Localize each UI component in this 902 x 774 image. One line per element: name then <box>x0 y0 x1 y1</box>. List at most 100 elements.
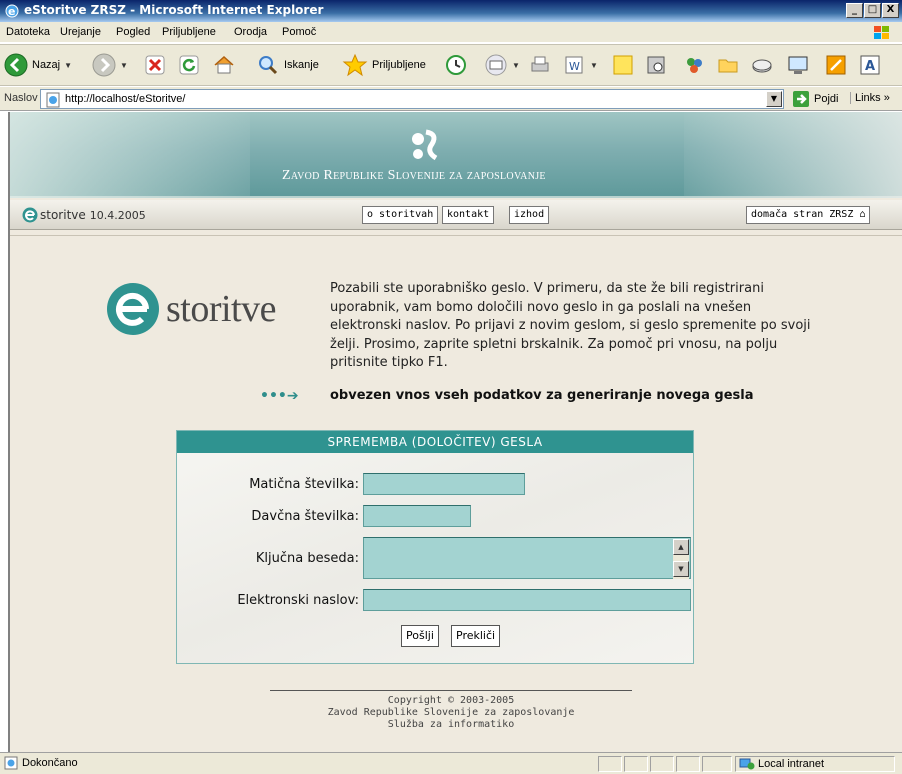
home-button[interactable] <box>212 51 236 79</box>
footer: Copyright © 2003-2005 Zavod Republike Sl… <box>270 690 632 731</box>
favorites-button[interactable]: Priljubljene <box>342 51 426 79</box>
address-label: Naslov <box>4 92 38 104</box>
go-button[interactable]: Pojdi <box>792 90 838 108</box>
menu-orodja[interactable]: Orodja <box>234 26 267 38</box>
menu-pomoc[interactable]: Pomoč <box>282 26 316 38</box>
submit-button[interactable]: Pošlji <box>401 625 439 647</box>
refresh-button[interactable] <box>178 51 200 79</box>
estoritve-logo-text: storitve <box>166 288 276 330</box>
password-reset-form: SPREMEMBA (DOLOČITEV) GESLA Matična štev… <box>176 430 694 664</box>
search-label: Iskanje <box>284 59 319 71</box>
nav-kontakt[interactable]: kontakt <box>442 206 495 224</box>
chevron-down-icon[interactable]: ▼ <box>512 61 520 70</box>
home-link-label: domača stran ZRSZ <box>751 209 854 220</box>
status-cell <box>676 756 700 772</box>
brand-name: storitve <box>40 208 86 222</box>
chevron-down-icon[interactable]: ▼ <box>590 61 598 70</box>
divider <box>10 235 902 236</box>
print-icon <box>531 56 549 72</box>
note-icon <box>613 55 633 75</box>
messenger-button[interactable] <box>682 51 706 79</box>
research-icon <box>647 56 665 74</box>
chevron-down-icon[interactable]: ▼ <box>120 61 128 70</box>
nav-izhod[interactable]: izhod <box>509 206 550 224</box>
disk-button[interactable] <box>750 51 774 79</box>
font-icon: A <box>860 55 880 75</box>
status-cell <box>624 756 648 772</box>
status-cell <box>598 756 622 772</box>
go-arrow-icon <box>793 91 809 107</box>
status-cell <box>650 756 674 772</box>
site-navbar: storitve 10.4.2005 o storitvah kontakt i… <box>10 200 902 230</box>
back-button[interactable]: Nazaj ▼ <box>4 51 72 79</box>
menu-urejanje[interactable]: Urejanje <box>60 26 101 38</box>
svg-text:A: A <box>865 59 875 74</box>
forward-button[interactable]: ▼ <box>92 51 128 79</box>
address-bar: Naslov http://localhost/eStoritve/ ▼ Poj… <box>0 87 902 111</box>
security-zone[interactable]: Local intranet <box>735 756 895 772</box>
textarea-scrollbar[interactable]: ▲ ▼ <box>673 539 689 579</box>
window-titlebar[interactable]: e eStoritve ZRSZ - Microsoft Internet Ex… <box>0 0 902 22</box>
status-text: Dokončano <box>22 757 78 769</box>
favorites-label: Priljubljene <box>372 59 426 71</box>
notes-button[interactable] <box>612 51 634 79</box>
history-icon <box>446 55 466 75</box>
davcna-input[interactable] <box>363 505 471 527</box>
home-icon <box>214 55 234 74</box>
address-dropdown-icon[interactable]: ▼ <box>766 91 782 107</box>
arrow-bullet-icon: •••➔ <box>260 388 299 404</box>
messenger-icon <box>687 58 702 73</box>
close-button[interactable]: X <box>882 3 899 18</box>
kljucna-textarea[interactable]: ▲ ▼ <box>363 537 691 579</box>
maticna-label: Matična številka: <box>249 477 359 492</box>
intranet-icon <box>739 758 755 770</box>
search-icon <box>259 56 278 75</box>
windows-logo-icon <box>874 26 889 39</box>
history-button[interactable] <box>444 51 468 79</box>
window-title: eStoritve ZRSZ - Microsoft Internet Expl… <box>24 3 324 17</box>
banner-title: Zavod Republike Slovenije za zaposlovanj… <box>282 168 546 183</box>
mail-button[interactable]: ▼ <box>484 51 520 79</box>
estoritve-e-icon <box>22 207 38 223</box>
font-button[interactable]: A <box>858 51 882 79</box>
intro-text: Pozabili ste uporabniško geslo. V primer… <box>330 281 811 370</box>
chevron-down-icon[interactable]: ▼ <box>64 61 72 70</box>
maximize-button[interactable]: □ <box>864 3 881 18</box>
edit-tools-button[interactable] <box>824 51 848 79</box>
nav-o-storitvah[interactable]: o storitvah <box>362 206 439 224</box>
folder-icon <box>718 59 738 73</box>
email-input[interactable] <box>363 589 691 611</box>
back-arrow-icon <box>4 53 28 77</box>
disk-icon <box>752 59 772 73</box>
menu-bar: Datoteka Urejanje Pogled Priljubljene Or… <box>0 22 902 43</box>
department-line: Služba za informatiko <box>387 719 515 730</box>
page-done-icon <box>4 756 18 770</box>
kljucna-label: Ključna beseda: <box>255 551 359 566</box>
banner-photo-left <box>10 112 250 198</box>
maticna-input[interactable] <box>363 473 525 495</box>
print-button[interactable] <box>528 51 552 79</box>
monitor-button[interactable] <box>786 51 810 79</box>
stop-button[interactable] <box>144 51 166 79</box>
menu-pogled[interactable]: Pogled <box>116 26 150 38</box>
menu-datoteka[interactable]: Datoteka <box>6 26 50 38</box>
zone-label: Local intranet <box>758 758 825 770</box>
home-link[interactable]: domača stran ZRSZ ⌂ <box>746 206 871 224</box>
menu-priljubljene[interactable]: Priljubljene <box>162 26 216 38</box>
home-icon: ⌂ <box>859 209 866 220</box>
required-note: obvezen vnos vseh podatkov za generiranj… <box>330 388 754 403</box>
scroll-up-icon[interactable]: ▲ <box>673 539 689 555</box>
cancel-button[interactable]: Prekliči <box>451 625 501 647</box>
minimize-button[interactable]: _ <box>846 3 863 18</box>
svg-text:W: W <box>569 60 580 73</box>
stop-icon <box>145 55 165 75</box>
links-toolbar[interactable]: Links » <box>850 92 890 104</box>
address-input[interactable]: http://localhost/eStoritve/ ▼ <box>40 89 784 109</box>
search-button[interactable]: Iskanje <box>256 51 319 79</box>
scroll-down-icon[interactable]: ▼ <box>673 561 689 577</box>
edit-button[interactable]: W ▼ <box>562 51 598 79</box>
research-button[interactable] <box>644 51 668 79</box>
pencil-icon <box>826 55 846 75</box>
page-icon <box>46 92 60 108</box>
folder-button[interactable] <box>716 51 740 79</box>
